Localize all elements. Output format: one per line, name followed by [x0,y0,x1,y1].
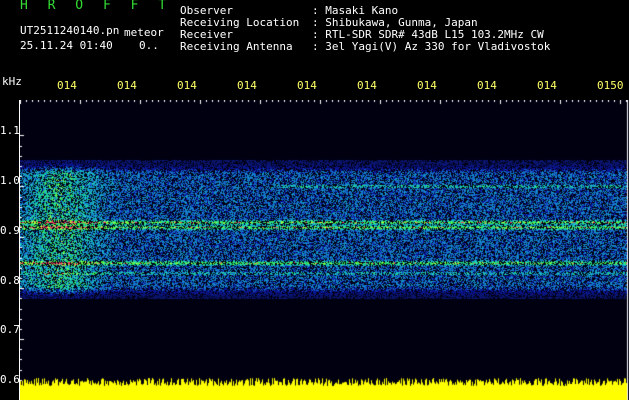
antenna-value: : 3el Yagi(V) Az 330 for Vladivostok [312,40,551,53]
y-tick-label: 0.7 [0,323,20,336]
x-tick-label: 014 [297,79,317,92]
y-tick-label: 0.6 [0,373,20,386]
spectrogram [20,100,629,400]
x-tick-label: 014 [117,79,137,92]
y-tick-label: 1.1 [0,124,20,137]
x-tick-label: 014 [477,79,497,92]
meteor-label: meteor [124,26,164,39]
hrofft-screen: H R O F F T UT2511240140.pn meteor 25.11… [0,0,629,400]
y-tick-label: 1.0 [0,174,20,187]
x-tick-label: 0150 [597,79,624,92]
x-tick-label: 014 [357,79,377,92]
x-tick-label: 014 [537,79,557,92]
filename: UT2511240140.pn [20,24,120,37]
x-tick-label: 014 [237,79,257,92]
x-tick-label: 014 [177,79,197,92]
y-tick-label: 0.9 [0,224,20,237]
meteor-count: 0.. [139,39,159,52]
x-tick-label: 014 [417,79,437,92]
datetime: 25.11.24 01:40 [20,39,113,52]
y-unit-label: kHz [2,75,22,88]
y-tick-label: 0.8 [0,274,20,287]
antenna-label: Receiving Antenna [180,40,293,53]
x-tick-label: 014 [57,79,77,92]
app-title: H R O F F T [20,0,173,13]
